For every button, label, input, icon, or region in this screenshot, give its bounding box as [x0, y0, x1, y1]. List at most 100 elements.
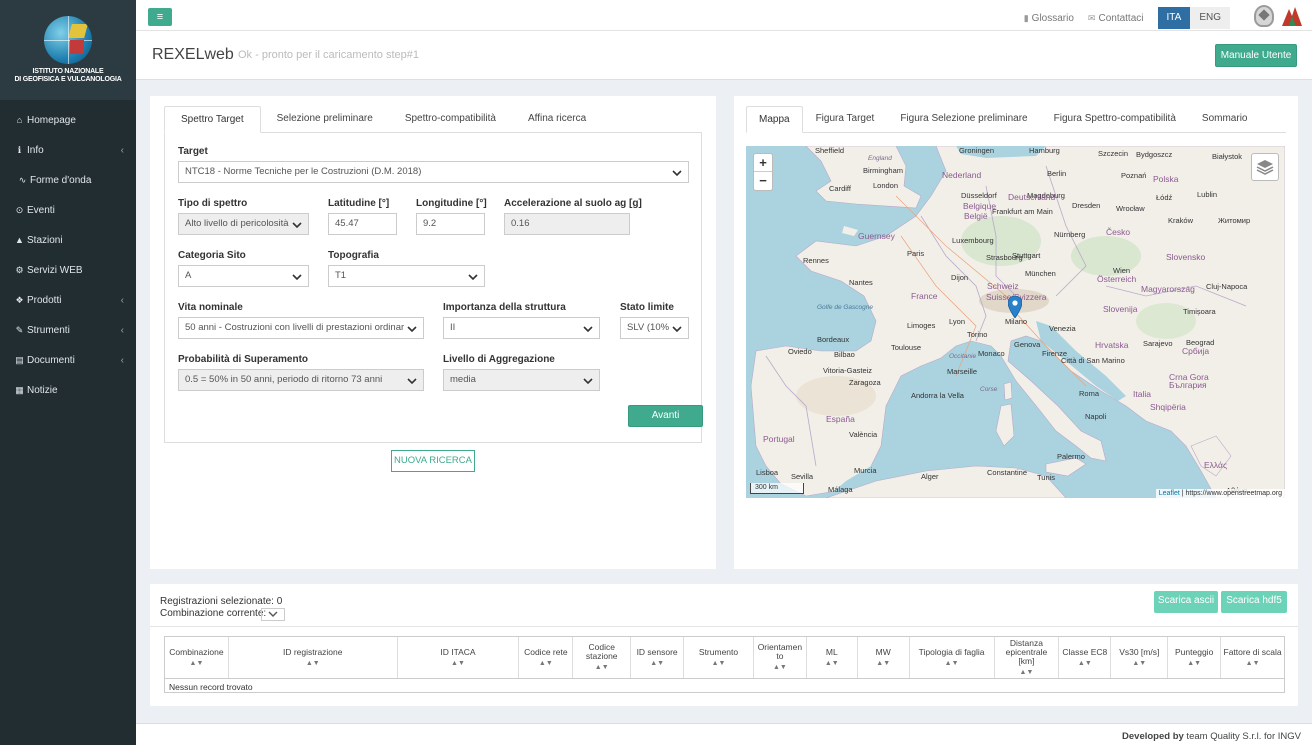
sidebar-item-label: Homepage: [27, 114, 76, 126]
latitudine-label: Latitudine [°]: [328, 198, 390, 209]
col-ml[interactable]: ML ▲▼: [807, 637, 858, 678]
col-strumento[interactable]: Strumento ▲▼: [684, 637, 754, 678]
map-label: Zaragoza: [849, 378, 881, 387]
tab-figura-selezione-preliminare[interactable]: Figura Selezione preliminare: [887, 106, 1040, 133]
col-id-sensore[interactable]: ID sensore ▲▼: [631, 637, 685, 678]
map-label: München: [1025, 269, 1056, 278]
tab-figura-spettro-compatibilita[interactable]: Figura Spettro-compatibilità: [1041, 106, 1189, 133]
col-tipologia-faglia[interactable]: Tipologia di faglia ▲▼: [910, 637, 995, 678]
longitudine-label: Longitudine [°]: [416, 198, 487, 209]
col-codice-stazione[interactable]: Codice stazione ▲▼: [573, 637, 632, 678]
map-label: Ελλάς: [1204, 460, 1228, 470]
ingv-mark-icon: [1282, 7, 1302, 26]
footer-team: team Quality S.r.l. for INGV: [1183, 731, 1301, 742]
ingv-logo[interactable]: ISTITUTO NAZIONALE DI GEOFISICA E VULCAN…: [0, 0, 136, 100]
col-punteggio[interactable]: Punteggio ▲▼: [1168, 637, 1222, 678]
topografia-value: T1: [335, 270, 347, 281]
leaflet-link[interactable]: Leaflet: [1159, 490, 1180, 497]
map-view[interactable]: Sheffield England Birmingham Cardiff London G…: [746, 146, 1285, 498]
combinazione-label: Combinazione corrente:: [160, 608, 267, 619]
categoria-sito-select[interactable]: A: [178, 265, 309, 287]
zoom-in-button[interactable]: +: [754, 154, 772, 172]
records-panel: Registrazioni selezionate: 0 Combinazion…: [150, 584, 1298, 706]
col-vs30[interactable]: Vs30 [m/s] ▲▼: [1111, 637, 1169, 678]
probabilita-select[interactable]: 0.5 = 50% in 50 anni, periodo di ritorno…: [178, 369, 424, 391]
importanza-select[interactable]: II: [443, 317, 600, 339]
vita-nominale-select[interactable]: 50 anni - Costruzioni con livelli di pre…: [178, 317, 424, 339]
sidebar-item-notizie[interactable]: ▦ Notizie: [0, 375, 136, 405]
tab-mappa[interactable]: Mappa: [746, 106, 803, 133]
sidebar-item-prodotti[interactable]: ❖ Prodotti ‹: [0, 285, 136, 315]
location-marker-icon[interactable]: [1008, 296, 1022, 318]
tab-affina-ricerca[interactable]: Affina ricerca: [512, 106, 602, 133]
nuova-ricerca-button[interactable]: NUOVA RICERCA: [391, 450, 475, 472]
col-classe-ec8[interactable]: Classe EC8 ▲▼: [1059, 637, 1112, 678]
col-distanza-epicentrale[interactable]: Distanza epicentrale [km] ▲▼: [995, 637, 1060, 678]
layers-button[interactable]: [1251, 153, 1279, 181]
document-icon: ▤: [15, 354, 24, 365]
combinazione-select[interactable]: [261, 608, 285, 621]
map-label: Murcia: [854, 466, 877, 475]
map-label: Kraków: [1168, 216, 1194, 225]
contattaci-link[interactable]: ✉ Contattaci: [1088, 13, 1144, 24]
map-label: France: [911, 291, 938, 301]
scarica-ascii-button[interactable]: Scarica ascii: [1154, 591, 1218, 613]
sidebar-item-label: Servizi WEB: [27, 264, 83, 276]
sidebar-item-stazioni[interactable]: ▲ Stazioni: [0, 225, 136, 255]
manuale-utente-button[interactable]: Manuale Utente: [1215, 44, 1297, 67]
sidebar-item-info[interactable]: ℹ Info ‹: [0, 135, 136, 165]
col-fattore-scala[interactable]: Fattore di scala ▲▼: [1221, 637, 1284, 678]
col-id-itaca[interactable]: ID ITACA ▲▼: [398, 637, 520, 678]
aggregazione-select[interactable]: media: [443, 369, 600, 391]
col-label: Codice stazione: [585, 642, 618, 661]
lang-ita-button[interactable]: ITA: [1157, 7, 1191, 29]
tipo-spettro-select[interactable]: Alto livello di pericolosità: [178, 213, 309, 235]
map-label: Österreich: [1097, 274, 1137, 284]
map-label: Bordeaux: [817, 335, 850, 344]
avanti-button[interactable]: Avanti: [628, 405, 703, 427]
map-label: Constantine: [987, 468, 1028, 477]
logo-line-1: ISTITUTO NAZIONALE: [32, 68, 104, 75]
col-orientamento[interactable]: Orientamento ▲▼: [754, 637, 807, 678]
zoom-out-button[interactable]: −: [754, 172, 772, 190]
col-codice-rete[interactable]: Codice rete ▲▼: [519, 637, 574, 678]
glossario-link[interactable]: ▮ Glossario: [1024, 13, 1074, 24]
map-label: Deutschland: [1008, 192, 1056, 202]
tab-spettro-target[interactable]: Spettro Target: [164, 106, 261, 133]
longitudine-input[interactable]: 9.2: [416, 213, 485, 235]
col-label: Tipologia di faglia: [918, 646, 985, 657]
col-label: ML: [825, 646, 838, 657]
topografia-select[interactable]: T1: [328, 265, 485, 287]
map-label: Italia: [1133, 389, 1151, 399]
target-select[interactable]: NTC18 - Norme Tecniche per le Costruzion…: [178, 161, 689, 183]
hamburger-icon: ≡: [156, 11, 164, 23]
map-label: España: [826, 414, 855, 424]
menu-toggle-button[interactable]: ≡: [148, 8, 172, 26]
col-mw[interactable]: MW ▲▼: [858, 637, 910, 678]
tab-sommario[interactable]: Sommario: [1189, 106, 1261, 133]
search-panel: Spettro Target Selezione preliminare Spe…: [150, 96, 716, 569]
sidebar-item-servizi-web[interactable]: ⚙ Servizi WEB: [0, 255, 136, 285]
scarica-hdf5-button[interactable]: Scarica hdf5: [1221, 591, 1287, 613]
sidebar-item-forme-donda[interactable]: ∿ Forme d'onda: [0, 165, 136, 195]
tab-spettro-compatibilita[interactable]: Spettro-compatibilità: [389, 106, 512, 133]
lang-eng-button[interactable]: ENG: [1190, 7, 1230, 29]
map-label: Slovenija: [1103, 304, 1138, 314]
tab-selezione-preliminare[interactable]: Selezione preliminare: [261, 106, 389, 133]
stato-limite-select[interactable]: SLV (10%: [620, 317, 689, 339]
sidebar-item-homepage[interactable]: ⌂ Homepage: [0, 105, 136, 135]
latitudine-input[interactable]: 45.47: [328, 213, 397, 235]
chevron-left-icon: ‹: [120, 324, 124, 336]
col-label: MW: [875, 646, 891, 657]
col-combinazione[interactable]: Combinazione ▲▼: [165, 637, 229, 678]
cogs-icon: ⚙: [15, 264, 24, 275]
target-value: NTC18 - Norme Tecniche per le Costruzion…: [185, 166, 422, 177]
map-label: Groningen: [959, 146, 995, 155]
sidebar-item-label: Notizie: [27, 384, 58, 396]
chevron-down-icon: [669, 162, 682, 177]
tab-figura-target[interactable]: Figura Target: [803, 106, 888, 133]
sidebar-item-strumenti[interactable]: ✎ Strumenti ‹: [0, 315, 136, 345]
col-id-registrazione[interactable]: ID registrazione ▲▼: [229, 637, 398, 678]
sidebar-item-eventi[interactable]: ⊙ Eventi: [0, 195, 136, 225]
sidebar-item-documenti[interactable]: ▤ Documenti ‹: [0, 345, 136, 375]
